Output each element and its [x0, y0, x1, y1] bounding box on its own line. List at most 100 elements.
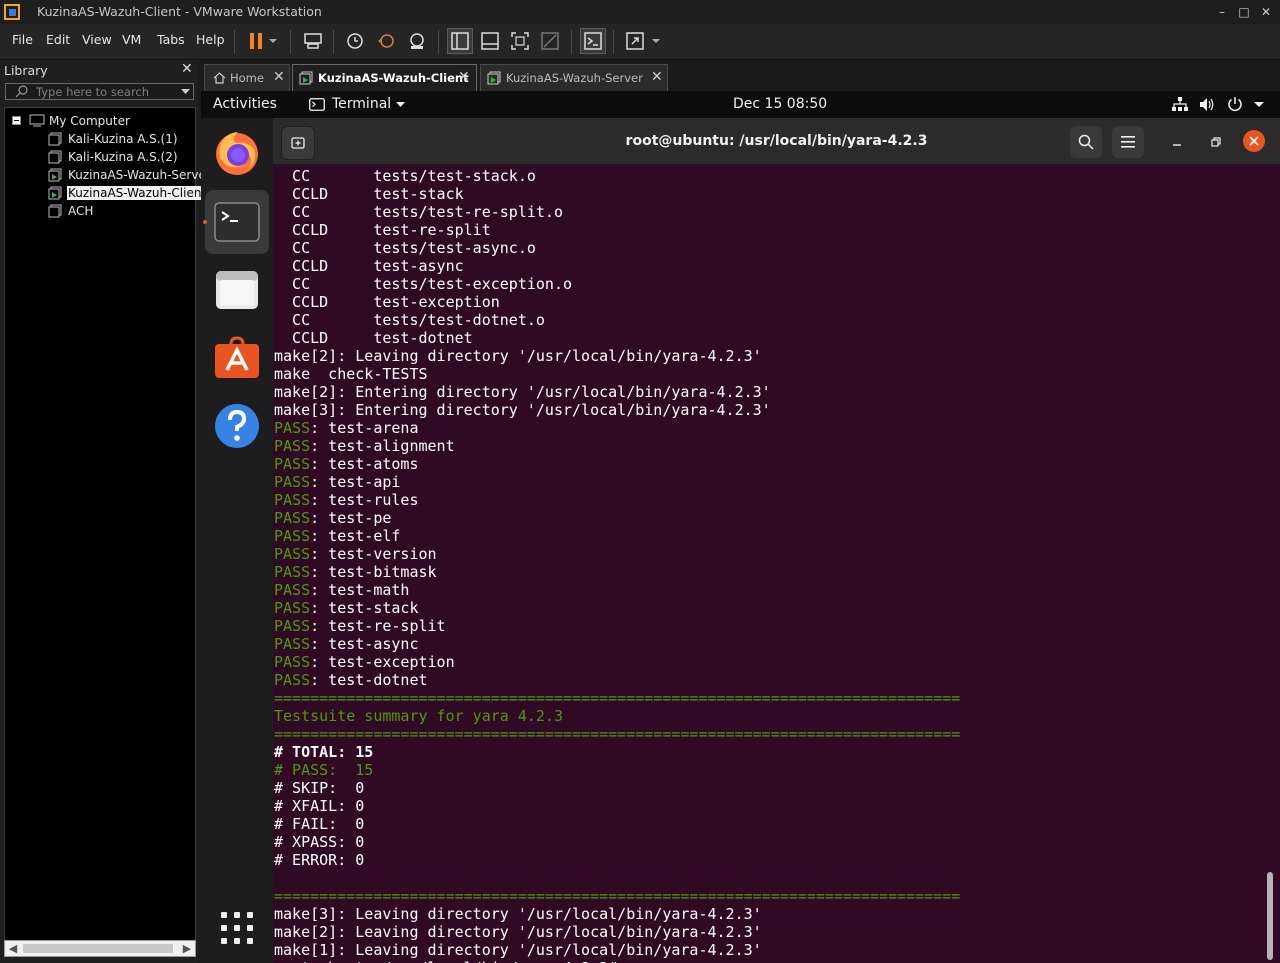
terminal-line: CCLD test-dotnet — [274, 329, 960, 347]
terminal-line-text: make[3]: Entering directory '/usr/local/… — [274, 401, 771, 419]
terminal-line-text: : test-async — [310, 635, 419, 653]
tab-kuzinaas-wazuh-server[interactable]: KuzinaAS-Wazuh-Server ✕ — [480, 64, 668, 91]
dock-software[interactable] — [205, 326, 269, 390]
terminal-output[interactable]: CC tests/test-stack.o CCLD test-stack CC… — [273, 165, 1280, 963]
terminal-line-text: CCLD test-async — [274, 257, 464, 275]
dock-terminal[interactable] — [205, 190, 269, 254]
pass-label: PASS — [274, 437, 311, 455]
terminal-line: PASS: test-exception — [274, 653, 960, 671]
pass-label: PASS — [274, 653, 311, 671]
terminal-line: CCLD test-re-split — [274, 221, 960, 239]
snapshot-manager-button[interactable] — [404, 28, 430, 54]
scroll-right-icon[interactable]: ▶ — [179, 941, 195, 956]
app-menu-label: Terminal — [332, 96, 392, 112]
tree-vm-label: Kali-Kuzina A.S.(2) — [68, 150, 178, 164]
menu-view[interactable]: View — [82, 32, 112, 47]
dock-firefox[interactable] — [205, 120, 269, 184]
terminal-line: CC tests/test-exception.o — [274, 275, 960, 293]
close-tab-button[interactable]: ✕ — [273, 69, 285, 85]
menu-vm[interactable]: VM — [122, 32, 141, 47]
power-icon[interactable] — [1227, 96, 1243, 112]
terminal-line-text: CC tests/test-stack.o — [274, 167, 536, 185]
thumbnail-bar-icon — [481, 32, 499, 50]
files-icon — [216, 271, 258, 309]
tree-root-my-computer[interactable]: My Computer — [5, 112, 195, 130]
scrollbar-thumb[interactable] — [23, 944, 173, 953]
close-button[interactable] — [1243, 130, 1265, 152]
power-dropdown-button[interactable] — [265, 28, 281, 54]
toolbar-separator — [613, 30, 614, 54]
pass-label: PASS — [274, 617, 311, 635]
unity-mode-button[interactable] — [537, 28, 563, 54]
search-button[interactable] — [1070, 126, 1102, 158]
tab-kuzinaas-wazuh-client[interactable]: KuzinaAS-Wazuh-Client ✕ — [292, 64, 477, 91]
tree-vm-item[interactable]: ACH — [5, 202, 195, 220]
library-horizontal-scrollbar[interactable]: ◀ ▶ — [4, 940, 196, 957]
terminal-header-bar: root@ubuntu: /usr/local/bin/yara-4.2.3 — [273, 118, 1280, 165]
pause-icon — [250, 33, 262, 49]
tree-vm-item[interactable]: Kali-Kuzina A.S.(1) — [5, 130, 195, 148]
scroll-left-icon[interactable]: ◀ — [5, 941, 21, 956]
show-library-button[interactable] — [447, 28, 473, 54]
tree-vm-item[interactable]: KuzinaAS-Wazuh-Client — [5, 184, 208, 202]
terminal-scrollbar[interactable] — [1267, 872, 1273, 960]
minimize-window-button[interactable]: – — [1212, 3, 1232, 21]
dock-help[interactable] — [205, 394, 269, 458]
chevron-down-icon[interactable] — [181, 89, 190, 95]
menu-tabs[interactable]: Tabs — [157, 32, 185, 47]
terminal-line-text: CC tests/test-exception.o — [274, 275, 573, 293]
tab-label: KuzinaAS-Wazuh-Client — [318, 71, 469, 85]
network-icon[interactable] — [1172, 97, 1188, 112]
terminal-line-text: make check-TESTS — [274, 365, 428, 383]
terminal-line: make[3]: Leaving directory '/usr/local/b… — [274, 905, 960, 923]
toolbar-separator — [438, 30, 439, 54]
terminal-line: # ERROR: 0 — [274, 851, 960, 869]
stretch-dropdown-button[interactable] — [648, 28, 664, 54]
snapshot-clock-icon — [347, 33, 363, 49]
dock-files[interactable] — [205, 258, 269, 322]
terminal-line-text: # TOTAL: 15 — [274, 743, 374, 761]
restore-button[interactable] — [1200, 126, 1232, 158]
maximize-window-button[interactable]: □ — [1234, 3, 1254, 21]
clock[interactable]: Dec 15 08:50 — [733, 96, 827, 112]
stretch-guest-button[interactable] — [622, 28, 648, 54]
console-view-button[interactable] — [580, 28, 606, 54]
thumbnail-bar-button[interactable] — [477, 28, 503, 54]
close-window-button[interactable]: ✕ — [1256, 3, 1276, 21]
pass-label: PASS — [274, 635, 311, 653]
dock-show-applications[interactable] — [205, 896, 269, 960]
terminal-line: ========================================… — [274, 725, 960, 743]
terminal-line-text: : test-exception — [310, 653, 455, 671]
terminal-line-text: # XPASS: 0 — [274, 833, 365, 851]
terminal-line: CCLD test-async — [274, 257, 960, 275]
revert-snapshot-button[interactable] — [373, 28, 399, 54]
close-library-button[interactable]: ✕ — [181, 61, 193, 77]
software-icon — [215, 336, 259, 378]
vm-tab-bar: Home ✕ KuzinaAS-Wazuh-Client ✕ KuzinaAS-… — [199, 60, 1280, 91]
terminal-line: CC tests/test-re-split.o — [274, 203, 960, 221]
tree-vm-item[interactable]: KuzinaAS-Wazuh-Server — [5, 166, 211, 184]
menu-edit[interactable]: Edit — [46, 32, 70, 47]
toolbar-separator — [571, 30, 572, 54]
close-tab-button[interactable]: ✕ — [651, 69, 663, 85]
menu-file[interactable]: File — [12, 32, 33, 47]
tab-home[interactable]: Home ✕ — [204, 64, 290, 91]
activities-button[interactable]: Activities — [213, 96, 277, 112]
terminal-line: CC tests/test-async.o — [274, 239, 960, 257]
chevron-down-icon[interactable] — [1254, 102, 1264, 108]
minimize-button[interactable] — [1161, 126, 1193, 158]
tree-vm-item[interactable]: Kali-Kuzina A.S.(2) — [5, 148, 195, 166]
menu-help[interactable]: Help — [196, 32, 225, 47]
send-ctrl-alt-del-button[interactable] — [300, 28, 326, 54]
terminal-line: root@ubuntu:/usr/local/bin/yara-4.2.3# — [274, 959, 960, 963]
close-tab-button[interactable]: ✕ — [458, 69, 470, 85]
collapse-icon[interactable] — [12, 116, 21, 125]
take-snapshot-button[interactable] — [342, 28, 368, 54]
terminal-line-text: : test-re-split — [310, 617, 446, 635]
terminal-line-text: : test-rules — [310, 491, 419, 509]
terminal-line: Testsuite summary for yara 4.2.3 — [274, 707, 960, 725]
hamburger-menu-button[interactable] — [1112, 126, 1144, 158]
library-search-input[interactable] — [36, 84, 176, 99]
full-screen-button[interactable] — [507, 28, 533, 54]
volume-icon[interactable] — [1199, 97, 1215, 112]
